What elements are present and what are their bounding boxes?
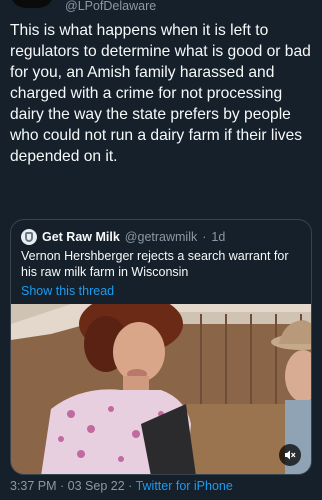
tweet-author-row[interactable]: @LPofDelaware [0,0,322,13]
video-player[interactable] [11,304,311,474]
quoted-tweet-card[interactable]: Get Raw Milk @getrawmilk · 1d Vernon Her… [10,219,312,475]
quoted-tweet-age: 1d [211,230,226,244]
tweet-body-text: This is what happens when it is left to … [10,22,316,165]
timestamp-separator-2: · [124,479,136,493]
timestamp-separator: · [56,479,68,493]
tweet-client-link[interactable]: Twitter for iPhone [136,479,233,493]
quoted-meta-separator: · [202,230,207,244]
quoted-tweet-text: Vernon Hershberger rejects a search warr… [21,249,289,279]
tweet-detail: @LPofDelaware This is what happens when … [0,0,322,500]
mute-toggle-button[interactable] [279,444,301,466]
milk-jug-avatar-icon[interactable] [21,229,37,245]
author-avatar[interactable] [10,0,54,8]
speaker-muted-icon [285,450,296,460]
show-thread-link[interactable]: Show this thread [21,284,114,298]
tweet-date[interactable]: 03 Sep 22 [68,479,125,493]
quoted-author-handle[interactable]: @getrawmilk [125,230,197,244]
quoted-author-name[interactable]: Get Raw Milk [42,230,120,244]
author-handle[interactable]: @LPofDelaware [65,0,156,13]
video-frame-image [11,304,311,474]
tweet-timestamp-row: 3:37 PM · 03 Sep 22 · Twitter for iPhone [10,479,233,493]
tweet-time[interactable]: 3:37 PM [10,479,57,493]
quoted-tweet-header: Get Raw Milk @getrawmilk · 1d [21,228,225,246]
